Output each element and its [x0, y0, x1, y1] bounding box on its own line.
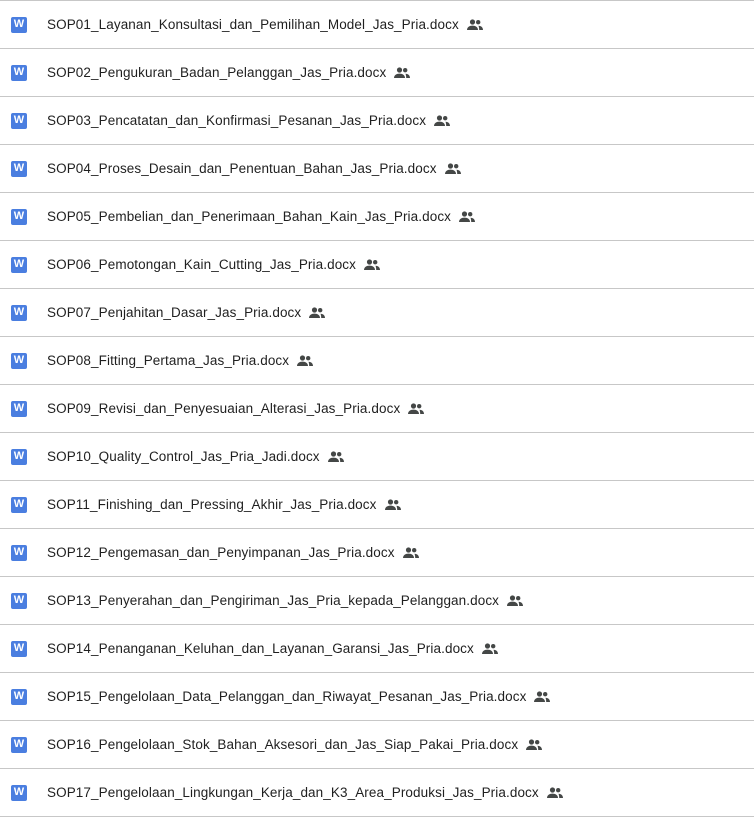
word-icon: W — [11, 112, 27, 129]
word-icon-letter: W — [13, 402, 25, 414]
file-name[interactable]: SOP13_Penyerahan_dan_Pengiriman_Jas_Pria… — [47, 593, 499, 608]
word-icon-letter: W — [13, 210, 25, 222]
word-icon: W — [11, 256, 27, 273]
shared-people-icon — [434, 113, 451, 129]
file-row[interactable]: W SOP07_Penjahitan_Dasar_Jas_Pria.docx — [0, 289, 754, 337]
file-row[interactable]: W SOP03_Pencatatan_dan_Konfirmasi_Pesana… — [0, 97, 754, 145]
file-name[interactable]: SOP05_Pembelian_dan_Penerimaan_Bahan_Kai… — [47, 209, 451, 224]
word-icon: W — [11, 64, 27, 81]
word-icon: W — [11, 592, 27, 609]
file-row[interactable]: W SOP11_Finishing_dan_Pressing_Akhir_Jas… — [0, 481, 754, 529]
file-row[interactable]: W SOP04_Proses_Desain_dan_Penentuan_Baha… — [0, 145, 754, 193]
file-list: W SOP01_Layanan_Konsultasi_dan_Pemilihan… — [0, 0, 754, 817]
word-icon: W — [11, 208, 27, 225]
file-name[interactable]: SOP12_Pengemasan_dan_Penyimpanan_Jas_Pri… — [47, 545, 395, 560]
file-name[interactable]: SOP14_Penanganan_Keluhan_dan_Layanan_Gar… — [47, 641, 474, 656]
file-name[interactable]: SOP06_Pemotongan_Kain_Cutting_Jas_Pria.d… — [47, 257, 356, 272]
file-row[interactable]: W SOP09_Revisi_dan_Penyesuaian_Alterasi_… — [0, 385, 754, 433]
file-row[interactable]: W SOP06_Pemotongan_Kain_Cutting_Jas_Pria… — [0, 241, 754, 289]
file-row[interactable]: W SOP01_Layanan_Konsultasi_dan_Pemilihan… — [0, 1, 754, 49]
word-icon: W — [11, 352, 27, 369]
word-icon: W — [11, 544, 27, 561]
file-row[interactable]: W SOP14_Penanganan_Keluhan_dan_Layanan_G… — [0, 625, 754, 673]
file-name[interactable]: SOP02_Pengukuran_Badan_Pelanggan_Jas_Pri… — [47, 65, 386, 80]
file-name[interactable]: SOP01_Layanan_Konsultasi_dan_Pemilihan_M… — [47, 17, 459, 32]
word-icon-letter: W — [13, 354, 25, 366]
shared-people-icon — [534, 689, 551, 705]
word-icon: W — [11, 304, 27, 321]
shared-people-icon — [481, 641, 498, 657]
file-row[interactable]: W SOP16_Pengelolaan_Stok_Bahan_Aksesori_… — [0, 721, 754, 769]
shared-people-icon — [526, 737, 543, 753]
shared-people-icon — [297, 353, 314, 369]
file-name[interactable]: SOP08_Fitting_Pertama_Jas_Pria.docx — [47, 353, 289, 368]
file-row[interactable]: W SOP08_Fitting_Pertama_Jas_Pria.docx — [0, 337, 754, 385]
word-icon-letter: W — [13, 66, 25, 78]
word-icon: W — [11, 16, 27, 33]
file-row[interactable]: W SOP13_Penyerahan_dan_Pengiriman_Jas_Pr… — [0, 577, 754, 625]
word-icon-letter: W — [13, 786, 25, 798]
word-icon: W — [11, 448, 27, 465]
word-icon: W — [11, 400, 27, 417]
shared-people-icon — [402, 545, 419, 561]
word-icon-letter: W — [13, 642, 25, 654]
word-icon-letter: W — [13, 498, 25, 510]
file-name[interactable]: SOP09_Revisi_dan_Penyesuaian_Alterasi_Ja… — [47, 401, 400, 416]
word-icon: W — [11, 496, 27, 513]
file-name[interactable]: SOP03_Pencatatan_dan_Konfirmasi_Pesanan_… — [47, 113, 426, 128]
file-row[interactable]: W SOP02_Pengukuran_Badan_Pelanggan_Jas_P… — [0, 49, 754, 97]
file-name[interactable]: SOP04_Proses_Desain_dan_Penentuan_Bahan_… — [47, 161, 437, 176]
file-name[interactable]: SOP16_Pengelolaan_Stok_Bahan_Aksesori_da… — [47, 737, 518, 752]
file-row[interactable]: W SOP15_Pengelolaan_Data_Pelanggan_dan_R… — [0, 673, 754, 721]
shared-people-icon — [309, 305, 326, 321]
file-row[interactable]: W SOP10_Quality_Control_Jas_Pria_Jadi.do… — [0, 433, 754, 481]
word-icon-letter: W — [13, 594, 25, 606]
shared-people-icon — [394, 65, 411, 81]
file-name[interactable]: SOP07_Penjahitan_Dasar_Jas_Pria.docx — [47, 305, 301, 320]
word-icon-letter: W — [13, 18, 25, 30]
shared-people-icon — [546, 785, 563, 801]
word-icon-letter: W — [13, 546, 25, 558]
word-icon: W — [11, 736, 27, 753]
file-row[interactable]: W SOP17_Pengelolaan_Lingkungan_Kerja_dan… — [0, 769, 754, 817]
word-icon: W — [11, 784, 27, 801]
shared-people-icon — [459, 209, 476, 225]
word-icon-letter: W — [13, 690, 25, 702]
shared-people-icon — [507, 593, 524, 609]
file-name[interactable]: SOP11_Finishing_dan_Pressing_Akhir_Jas_P… — [47, 497, 377, 512]
file-name[interactable]: SOP15_Pengelolaan_Data_Pelanggan_dan_Riw… — [47, 689, 526, 704]
file-name[interactable]: SOP10_Quality_Control_Jas_Pria_Jadi.docx — [47, 449, 320, 464]
shared-people-icon — [384, 497, 401, 513]
word-icon-letter: W — [13, 306, 25, 318]
word-icon: W — [11, 160, 27, 177]
word-icon-letter: W — [13, 738, 25, 750]
file-name[interactable]: SOP17_Pengelolaan_Lingkungan_Kerja_dan_K… — [47, 785, 539, 800]
word-icon: W — [11, 640, 27, 657]
shared-people-icon — [327, 449, 344, 465]
word-icon: W — [11, 688, 27, 705]
shared-people-icon — [444, 161, 461, 177]
word-icon-letter: W — [13, 114, 25, 126]
shared-people-icon — [364, 257, 380, 273]
shared-people-icon — [466, 17, 483, 33]
file-row[interactable]: W SOP05_Pembelian_dan_Penerimaan_Bahan_K… — [0, 193, 754, 241]
word-icon-letter: W — [13, 258, 25, 270]
word-icon-letter: W — [13, 162, 25, 174]
word-icon-letter: W — [13, 450, 25, 462]
shared-people-icon — [408, 401, 425, 417]
file-row[interactable]: W SOP12_Pengemasan_dan_Penyimpanan_Jas_P… — [0, 529, 754, 577]
